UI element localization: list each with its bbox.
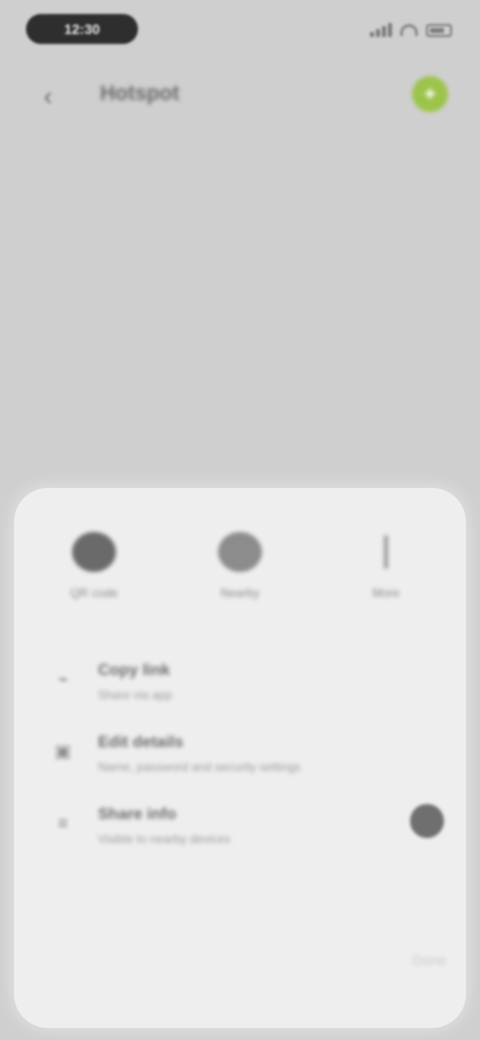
- status-icons: [370, 20, 452, 40]
- share-sheet: QR code Nearby More ⌁ Copy link Share vi…: [14, 488, 466, 1028]
- signal-icon: [370, 23, 392, 37]
- action-subtitle: Name, password and security settings: [98, 760, 301, 774]
- share-option-label: Nearby: [220, 586, 260, 600]
- link-icon: ⌁: [57, 668, 69, 689]
- action-edit-details[interactable]: ▣ Edit details Name, password and securi…: [14, 720, 466, 792]
- qr-icon: [72, 532, 116, 572]
- more-icon: [364, 532, 408, 572]
- status-bar: 12:30: [0, 0, 480, 62]
- toggle-switch[interactable]: [410, 804, 444, 838]
- header-action-button[interactable]: ✦: [412, 76, 448, 112]
- back-button[interactable]: ‹: [30, 78, 66, 114]
- action-share-info[interactable]: ≡ Share info Visible to nearby devices: [14, 792, 466, 864]
- share-options-row: QR code Nearby More: [14, 532, 466, 622]
- action-title: Edit details: [98, 734, 184, 751]
- nearby-icon: [218, 532, 262, 572]
- action-subtitle: Share via app: [98, 688, 173, 702]
- share-option-label: More: [372, 586, 400, 600]
- share-option-nearby[interactable]: Nearby: [192, 532, 288, 622]
- battery-icon: [426, 23, 452, 37]
- status-time: 12:30: [26, 14, 138, 44]
- action-copy-link[interactable]: ⌁ Copy link Share via app: [14, 648, 466, 720]
- action-title: Copy link: [98, 662, 171, 679]
- chevron-left-icon: ‹: [43, 80, 53, 111]
- sparkle-icon: ✦: [421, 83, 439, 106]
- page-title: Hotspot: [100, 82, 180, 105]
- wifi-icon: [400, 24, 418, 36]
- action-title: Share info: [98, 806, 177, 823]
- edit-icon: ▣: [54, 740, 72, 761]
- action-subtitle: Visible to nearby devices: [98, 832, 231, 846]
- action-list: ⌁ Copy link Share via app ▣ Edit details…: [14, 648, 466, 864]
- done-button[interactable]: Done: [413, 952, 446, 968]
- app-header: ‹ Hotspot ✦: [0, 62, 480, 132]
- share-icon: ≡: [57, 812, 69, 833]
- share-option-more[interactable]: More: [338, 532, 434, 622]
- share-option-qr[interactable]: QR code: [46, 532, 142, 622]
- share-option-label: QR code: [70, 586, 118, 600]
